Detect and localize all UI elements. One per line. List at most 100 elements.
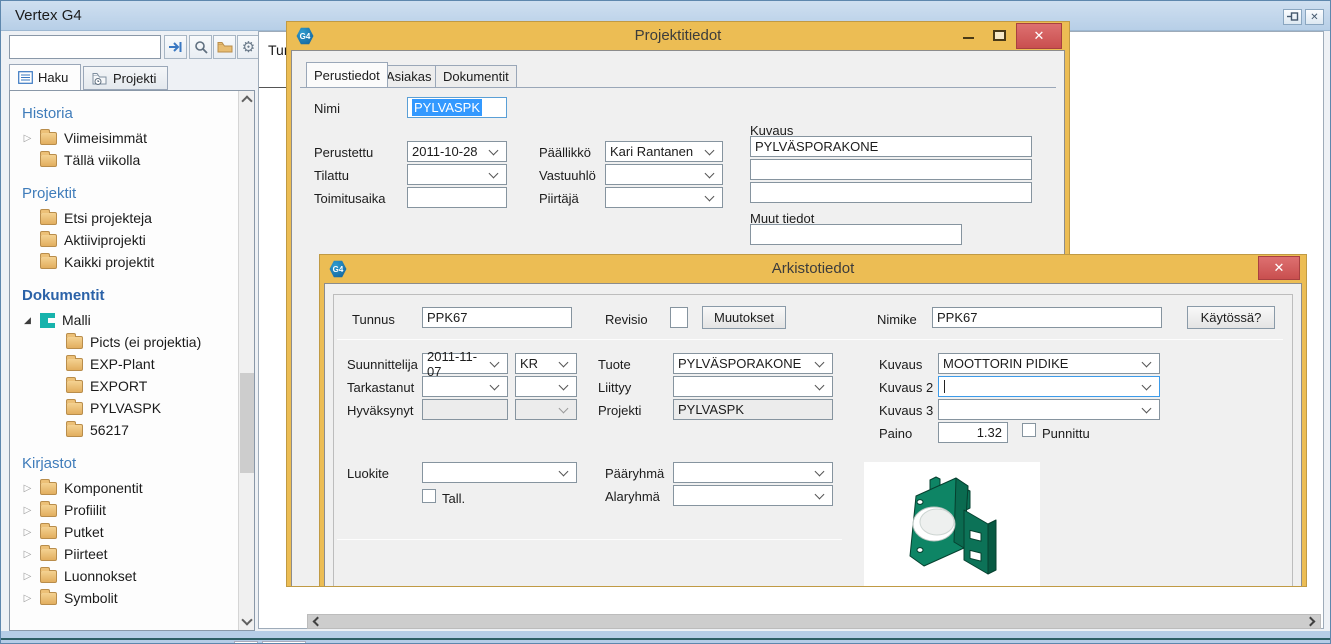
close-button[interactable]: ✕	[1016, 23, 1062, 49]
vastuuhlo-combobox[interactable]	[605, 164, 723, 185]
chevron-down-icon	[815, 489, 825, 499]
muut-tiedot-field[interactable]	[750, 224, 962, 245]
muutokset-button[interactable]: Muutokset	[702, 306, 786, 329]
go-button[interactable]	[164, 35, 187, 59]
horizontal-scrollbar[interactable]	[307, 614, 1321, 629]
tall-checkbox[interactable]	[422, 489, 436, 503]
expander-icon[interactable]: ◢	[22, 315, 33, 326]
tree-item-profiilit[interactable]: ▷ Profiilit	[10, 499, 238, 521]
tree-item-label: Profiilit	[64, 502, 106, 518]
maximize-icon[interactable]	[993, 30, 1006, 41]
liittyy-combobox[interactable]	[673, 376, 833, 397]
luokite-combobox[interactable]	[422, 462, 577, 483]
tree-item-putket[interactable]: ▷Putket	[10, 521, 238, 543]
tree-item-t-ll-viikolla[interactable]: Tällä viikolla	[10, 149, 238, 171]
separator	[337, 339, 1283, 340]
kuvaus-field-1[interactable]: PYLVÄSPORAKONE	[750, 136, 1032, 157]
expander-icon[interactable]: ▷	[22, 483, 33, 494]
search-button[interactable]	[189, 35, 212, 59]
tuote-combobox[interactable]: PYLVÄSPORAKONE	[673, 353, 833, 374]
tree-item-pylvaspk[interactable]: PYLVASPK	[10, 397, 238, 419]
nimi-field[interactable]: PYLVASPK	[407, 97, 507, 118]
tree-item-picts-ei-projektia[interactable]: Picts (ei projektia)	[10, 331, 238, 353]
nimike-field[interactable]: PPK67	[932, 307, 1162, 328]
tree-item-etsi-projekteja[interactable]: Etsi projekteja	[10, 207, 238, 229]
search-input[interactable]	[9, 35, 161, 59]
punnittu-checkbox[interactable]	[1022, 423, 1036, 437]
settings-button[interactable]: ⚙	[237, 35, 260, 59]
expander-icon[interactable]: ▷	[22, 527, 33, 538]
close-icon: ✕	[1274, 260, 1285, 276]
tree-item-label: EXP-Plant	[90, 356, 155, 372]
tarkastanut-initials-combobox[interactable]	[515, 376, 577, 397]
close-panel-button[interactable]: ✕	[1305, 9, 1324, 25]
paino-label: Paino	[879, 426, 912, 441]
kaytossa-button[interactable]: Käytössä?	[1187, 306, 1275, 329]
expander-icon[interactable]: ▷	[22, 133, 33, 144]
tree-item-luonnokset[interactable]: ▷Luonnokset	[10, 565, 238, 587]
tilattu-label: Tilattu	[314, 168, 349, 183]
suunnittelija-date-combobox[interactable]: 2011-11-07	[422, 353, 508, 374]
chevron-down-icon	[1142, 403, 1152, 413]
text-caret	[944, 380, 945, 393]
tree-item-label: Kaikki projektit	[64, 254, 154, 270]
tab-projekti[interactable]: Projekti	[83, 66, 168, 90]
tree-item-kaikki-projektit[interactable]: Kaikki projektit	[10, 251, 238, 273]
perustettu-combobox[interactable]: 2011-10-28	[407, 141, 507, 162]
kuvaus3-combobox[interactable]	[938, 399, 1160, 420]
tab-label: Dokumentit	[443, 69, 509, 84]
tilattu-combobox[interactable]	[407, 164, 507, 185]
revisio-field[interactable]	[670, 307, 688, 328]
project-dialog-title: Projektitiedot	[287, 27, 1069, 44]
archive-dialog-content: Tunnus PPK67 Revisio Muutokset Nimike PP…	[324, 283, 1302, 586]
folder-icon	[40, 570, 57, 583]
pin-button[interactable]	[1283, 9, 1302, 25]
tall-label: Tall.	[442, 491, 465, 506]
project-dialog-titlebar[interactable]: G4 Projektitiedot ✕	[287, 22, 1069, 50]
toimitusaika-field[interactable]	[407, 187, 507, 208]
tab-dokumentit[interactable]: Dokumentit	[435, 65, 517, 87]
scrollbar-thumb[interactable]	[240, 373, 254, 473]
paino-field[interactable]: 1.32	[938, 422, 1008, 443]
tree-item-malli[interactable]: ◢Malli	[10, 309, 238, 331]
chevron-down-icon	[559, 357, 569, 367]
tree-content: Historia▷ViimeisimmätTällä viikollaProje…	[10, 91, 238, 609]
kuvaus-field-3[interactable]	[750, 182, 1032, 203]
tab-perustiedot[interactable]: Perustiedot	[306, 62, 388, 87]
tarkastanut-date-combobox[interactable]	[422, 376, 508, 397]
tree-item-label: Tällä viikolla	[64, 152, 140, 168]
kuvaus-field-2[interactable]	[750, 159, 1032, 180]
tree-item-exp-plant[interactable]: EXP-Plant	[10, 353, 238, 375]
scroll-up-icon	[241, 95, 252, 106]
chevron-down-icon	[490, 357, 500, 367]
archive-dialog-titlebar[interactable]: G4 Arkistotiedot ✕	[320, 255, 1306, 283]
expander-icon[interactable]: ▷	[22, 593, 33, 604]
tree-item-56217[interactable]: 56217	[10, 419, 238, 441]
tree-scrollbar[interactable]	[238, 91, 254, 630]
paallikko-combobox[interactable]: Kari Rantanen	[605, 141, 723, 162]
open-folder-button[interactable]	[213, 35, 236, 59]
expander-icon[interactable]: ▷	[22, 505, 33, 516]
tunnus-field[interactable]: PPK67	[422, 307, 572, 328]
archive-groupbox	[333, 294, 1293, 586]
tab-projekti-label: Projekti	[113, 71, 156, 86]
tree-item-symbolit[interactable]: ▷Symbolit	[10, 587, 238, 609]
tree-item-piirteet[interactable]: ▷Piirteet	[10, 543, 238, 565]
kuvaus2-combobox[interactable]	[938, 376, 1160, 397]
tree-item-label: 56217	[90, 422, 129, 438]
expander-icon[interactable]: ▷	[22, 571, 33, 582]
tree-item-viimeisimm-t[interactable]: ▷Viimeisimmät	[10, 127, 238, 149]
piirtaja-combobox[interactable]	[605, 187, 723, 208]
minimize-icon[interactable]	[963, 37, 974, 39]
expander-icon[interactable]: ▷	[22, 549, 33, 560]
tab-haku[interactable]: Haku	[9, 64, 81, 90]
tree-item-komponentit[interactable]: ▷Komponentit	[10, 477, 238, 499]
close-button[interactable]: ✕	[1258, 256, 1300, 280]
tree-item-aktiiviprojekti[interactable]: Aktiiviprojekti	[10, 229, 238, 251]
folder-icon	[66, 336, 83, 349]
paaryhma-combobox[interactable]	[673, 462, 833, 483]
tree-item-export[interactable]: EXPORT	[10, 375, 238, 397]
kuvaus-combobox[interactable]: MOOTTORIN PIDIKE	[938, 353, 1160, 374]
alaryhma-combobox[interactable]	[673, 485, 833, 506]
suunnittelija-initials-combobox[interactable]: KR	[515, 353, 577, 374]
